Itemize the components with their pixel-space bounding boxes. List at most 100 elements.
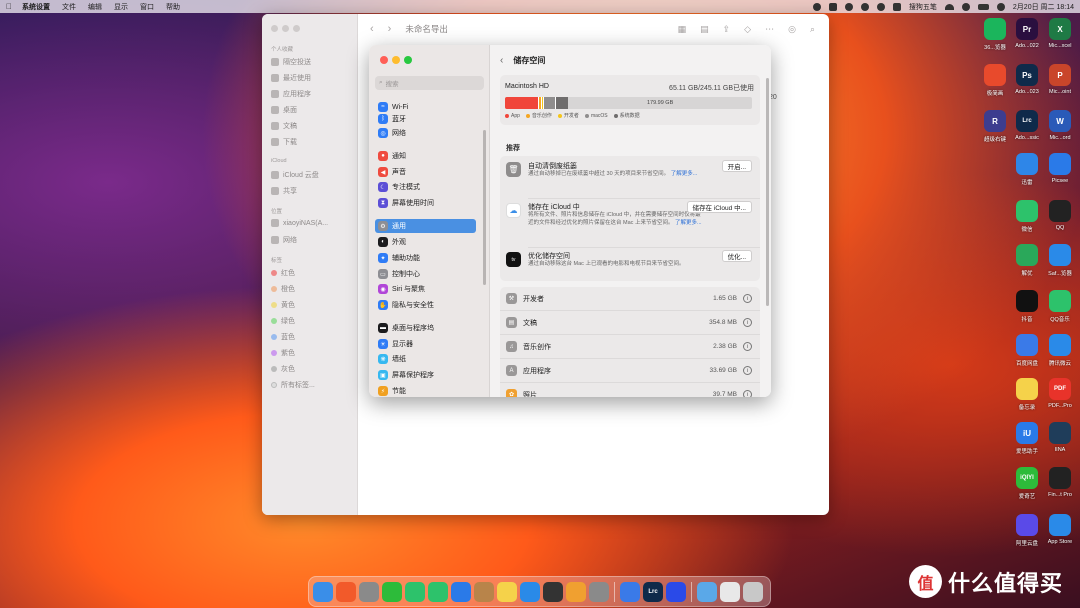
sidebar-item-2[interactable]: ᛒ 蓝牙 xyxy=(375,112,476,126)
menu-edit[interactable]: 编辑 xyxy=(88,2,102,12)
close-button[interactable] xyxy=(380,56,388,64)
finder-tag-all[interactable]: 所有标签... xyxy=(271,380,315,390)
storage-category-row[interactable]: ⚒ 开发者 1.65 GB i xyxy=(500,287,760,311)
messages-icon[interactable] xyxy=(405,581,425,602)
menu-view[interactable]: 显示 xyxy=(114,2,128,12)
close-button[interactable] xyxy=(271,25,278,32)
enable-button[interactable]: 开启... xyxy=(721,160,752,172)
finder-item-recents[interactable]: 最近使用 xyxy=(271,73,311,83)
sidebar-item-17[interactable]: ▣ 屏幕保护程序 xyxy=(375,368,476,382)
wechat-icon[interactable] xyxy=(428,581,448,602)
desktop-icon-item[interactable]: Saf...览器 xyxy=(1043,244,1077,277)
desktop-icon-item[interactable]: QQ xyxy=(1043,200,1077,231)
storage-category-row[interactable]: ♫ 音乐创作 2.38 GB i xyxy=(500,335,760,359)
tag-icon[interactable]: ◇ xyxy=(744,24,751,35)
input-method-icon[interactable] xyxy=(892,2,901,11)
storage-category-row[interactable]: ▤ 文稿 354.8 MB i xyxy=(500,311,760,335)
sidebar-item-5[interactable]: ◀ 声音 xyxy=(375,165,476,179)
finder-item-shared[interactable]: 共享 xyxy=(271,186,297,196)
learn-more-link[interactable]: 了解更多... xyxy=(675,220,702,226)
baidu-pan-icon[interactable] xyxy=(620,581,640,602)
status-app-icon[interactable] xyxy=(860,2,869,11)
siri-icon[interactable] xyxy=(996,2,1005,11)
menu-help[interactable]: 帮助 xyxy=(166,2,180,12)
info-icon[interactable]: i xyxy=(743,294,752,303)
disk-segment[interactable] xyxy=(505,97,539,109)
status-app-icon[interactable] xyxy=(812,2,821,11)
desktop-icon-item[interactable]: Lrc Ado...ssic xyxy=(1010,110,1044,141)
document-stack-icon[interactable] xyxy=(720,581,740,602)
iqiyi-icon[interactable] xyxy=(382,581,402,602)
settings-search-input[interactable]: ⌕ 搜索 xyxy=(375,76,484,90)
disk-usage-bar[interactable]: 179.99 GB xyxy=(505,97,752,109)
finder-tag-orange[interactable]: 橙色 xyxy=(271,284,295,294)
browser-icon[interactable] xyxy=(336,581,356,602)
optimize-button[interactable]: 优化... xyxy=(721,250,752,262)
desktop-icon-item[interactable]: IINA xyxy=(1043,422,1077,453)
back-icon[interactable]: ‹ xyxy=(370,23,374,35)
back-icon[interactable]: ‹ xyxy=(500,55,503,66)
desktop-icon-item[interactable]: Picsee xyxy=(1043,153,1077,184)
info-icon[interactable]: i xyxy=(743,390,752,397)
finder-item-icloud-drive[interactable]: iCloud 云盘 xyxy=(271,170,319,180)
apple-menu-icon[interactable]:  xyxy=(6,2,12,11)
desktop-icon-item[interactable]: Pr Ado...022 xyxy=(1010,18,1044,49)
disk-segment[interactable] xyxy=(542,97,555,109)
finder-item-applications[interactable]: 应用程序 xyxy=(271,89,311,99)
downloads-folder-icon[interactable] xyxy=(697,581,717,602)
search-icon[interactable] xyxy=(961,2,970,11)
desktop-icon-item[interactable]: W Mic...ord xyxy=(1043,110,1077,141)
forward-icon[interactable]: › xyxy=(388,23,392,35)
finder-tag-red[interactable]: 红色 xyxy=(271,268,295,278)
finder-tag-green[interactable]: 绿色 xyxy=(271,316,295,326)
status-app-icon[interactable] xyxy=(844,2,853,11)
system-settings-icon[interactable] xyxy=(589,581,609,602)
app-icon[interactable] xyxy=(666,581,686,602)
desktop-icon-item[interactable]: 微信 xyxy=(1010,200,1044,233)
sidebar-item-10[interactable]: ✦ 辅助功能 xyxy=(375,251,476,265)
storage-category-row[interactable]: A 应用程序 33.69 GB i xyxy=(500,359,760,383)
lightroom-icon[interactable]: Lrc xyxy=(643,581,663,602)
desktop-icon-item[interactable]: 抖音 xyxy=(1010,290,1044,323)
desktop-icon-item[interactable]: P Mic...oint xyxy=(1043,64,1077,95)
desktop-icon-item[interactable]: 36...览器 xyxy=(978,18,1012,51)
desktop-icon-item[interactable]: QQ音乐 xyxy=(1043,290,1077,323)
info-icon[interactable]: i xyxy=(743,342,752,351)
app-store-icon[interactable] xyxy=(520,581,540,602)
desktop-icon-item[interactable]: 阿里云盘 xyxy=(1010,514,1044,547)
control-center-icon[interactable] xyxy=(977,3,989,10)
desktop-icon-item[interactable]: 百度网盘 xyxy=(1010,334,1044,367)
disk-segment[interactable] xyxy=(554,97,569,109)
sidebar-item-6[interactable]: ☾ 专注模式 xyxy=(375,180,476,194)
notes-icon[interactable] xyxy=(497,581,517,602)
mail-icon[interactable] xyxy=(451,581,471,602)
contacts-icon[interactable] xyxy=(474,581,494,602)
launchpad-icon[interactable] xyxy=(359,581,379,602)
desktop-icon-item[interactable]: X Mic...xcel xyxy=(1043,18,1077,49)
calculator-icon[interactable] xyxy=(543,581,563,602)
finder-item-downloads[interactable]: 下载 xyxy=(271,137,297,147)
desktop-icon-item[interactable]: 备忘录 xyxy=(1010,378,1044,411)
desktop-icon-item[interactable]: iU 爱思助手 xyxy=(1010,422,1044,455)
zoom-button[interactable] xyxy=(404,56,412,64)
sidebar-item-18[interactable]: ⚡ 节能 xyxy=(375,384,476,397)
sidebar-item-14[interactable]: ▬ 桌面与程序坞 xyxy=(375,321,476,335)
finder-item-airdrop[interactable]: 隔空投送 xyxy=(271,57,311,67)
finder-item-documents[interactable]: 文稿 xyxy=(271,121,297,131)
minimize-button[interactable] xyxy=(392,56,400,64)
desktop-icon-item[interactable]: App Store xyxy=(1043,514,1077,545)
view-grid-icon[interactable]: ▦ xyxy=(678,24,687,35)
more-icon[interactable]: ⋯ xyxy=(765,24,774,35)
menu-window[interactable]: 窗口 xyxy=(140,2,154,12)
sidebar-item-8[interactable]: ⚙ 通用 xyxy=(375,219,476,233)
desktop-icon-item[interactable]: iQIYI 爱奇艺 xyxy=(1010,467,1044,500)
sidebar-item-13[interactable]: ✋ 隐私与安全性 xyxy=(375,298,476,312)
finder-tag-yellow[interactable]: 黄色 xyxy=(271,300,295,310)
group-icon[interactable]: ▤ xyxy=(700,24,709,35)
desktop-icon-item[interactable]: Ps Ado...023 xyxy=(1010,64,1044,95)
desktop-icon-item[interactable]: Fin...t Pro xyxy=(1043,467,1077,498)
desktop-icon-item[interactable]: 解优 xyxy=(1010,244,1044,277)
sidebar-item-3[interactable]: ◎ 网络 xyxy=(375,126,476,140)
menu-clock[interactable]: 2月20日 周二 18:14 xyxy=(1013,2,1074,12)
sidebar-item-9[interactable]: ◐ 外观 xyxy=(375,235,476,249)
